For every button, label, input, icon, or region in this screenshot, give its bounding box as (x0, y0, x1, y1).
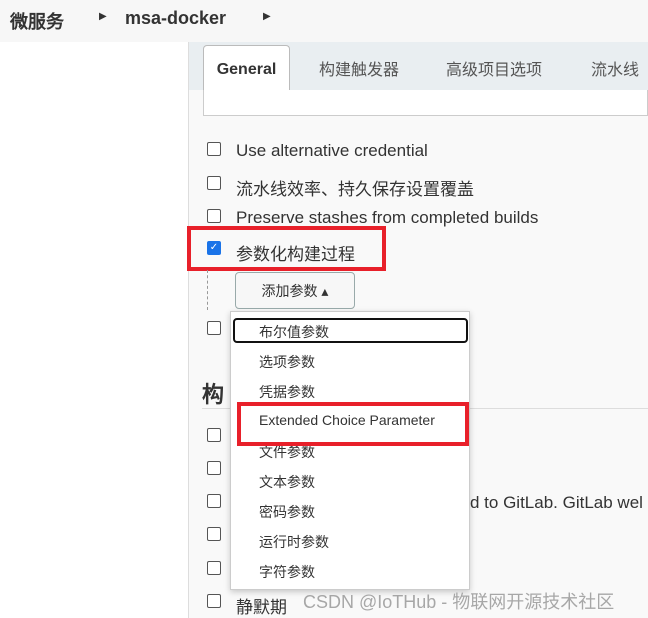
menu-item-password[interactable]: 密码参数 (259, 502, 315, 522)
option-label: d to GitLab. GitLab wel (470, 493, 643, 512)
breadcrumb-arrow-icon[interactable]: ▶ (263, 11, 271, 22)
checkbox[interactable] (207, 176, 221, 190)
header-bar (0, 0, 648, 42)
checkbox[interactable] (207, 321, 221, 335)
checkbox[interactable] (207, 209, 221, 223)
option-label: 流水线效率、持久保存设置覆盖 (236, 180, 474, 199)
checkbox[interactable] (207, 527, 221, 541)
tab-general[interactable]: General (203, 45, 290, 90)
breadcrumb-item[interactable]: 微服务 (10, 8, 64, 34)
checkbox[interactable] (207, 594, 221, 608)
highlight-box (187, 226, 386, 271)
menu-item-boolean[interactable]: 布尔值参数 (259, 322, 329, 342)
tab-build-triggers[interactable]: 构建触发器 (319, 56, 399, 80)
checkbox[interactable] (207, 494, 221, 508)
menu-item-credentials[interactable]: 凭据参数 (259, 382, 315, 402)
breadcrumb-arrow-icon[interactable]: ▶ (99, 11, 107, 22)
divider (207, 270, 208, 310)
checkbox[interactable] (207, 428, 221, 442)
tab-advanced-options[interactable]: 高级项目选项 (446, 56, 542, 80)
checkbox[interactable] (207, 461, 221, 475)
menu-item-run[interactable]: 运行时参数 (259, 532, 329, 552)
watermark: CSDN @IoTHub - 物联网开源技术社区 (303, 592, 615, 612)
highlight-box (237, 402, 469, 446)
menu-item-choice[interactable]: 选项参数 (259, 352, 315, 372)
add-parameter-button[interactable]: 添加参数 ▴ (235, 272, 355, 309)
menu-item-string[interactable]: 字符参数 (259, 562, 315, 582)
option-label: Use alternative credential (236, 141, 428, 160)
section-heading: 构 (202, 382, 225, 407)
option-label: 静默期 (236, 598, 287, 617)
tab-pipeline[interactable]: 流水线 (591, 56, 639, 80)
checkbox[interactable] (207, 561, 221, 575)
option-label: Preserve stashes from completed builds (236, 208, 539, 227)
checkbox[interactable] (207, 142, 221, 156)
breadcrumb-item[interactable]: msa-docker (125, 8, 226, 29)
menu-item-text[interactable]: 文本参数 (259, 472, 315, 492)
general-panel (203, 90, 648, 116)
